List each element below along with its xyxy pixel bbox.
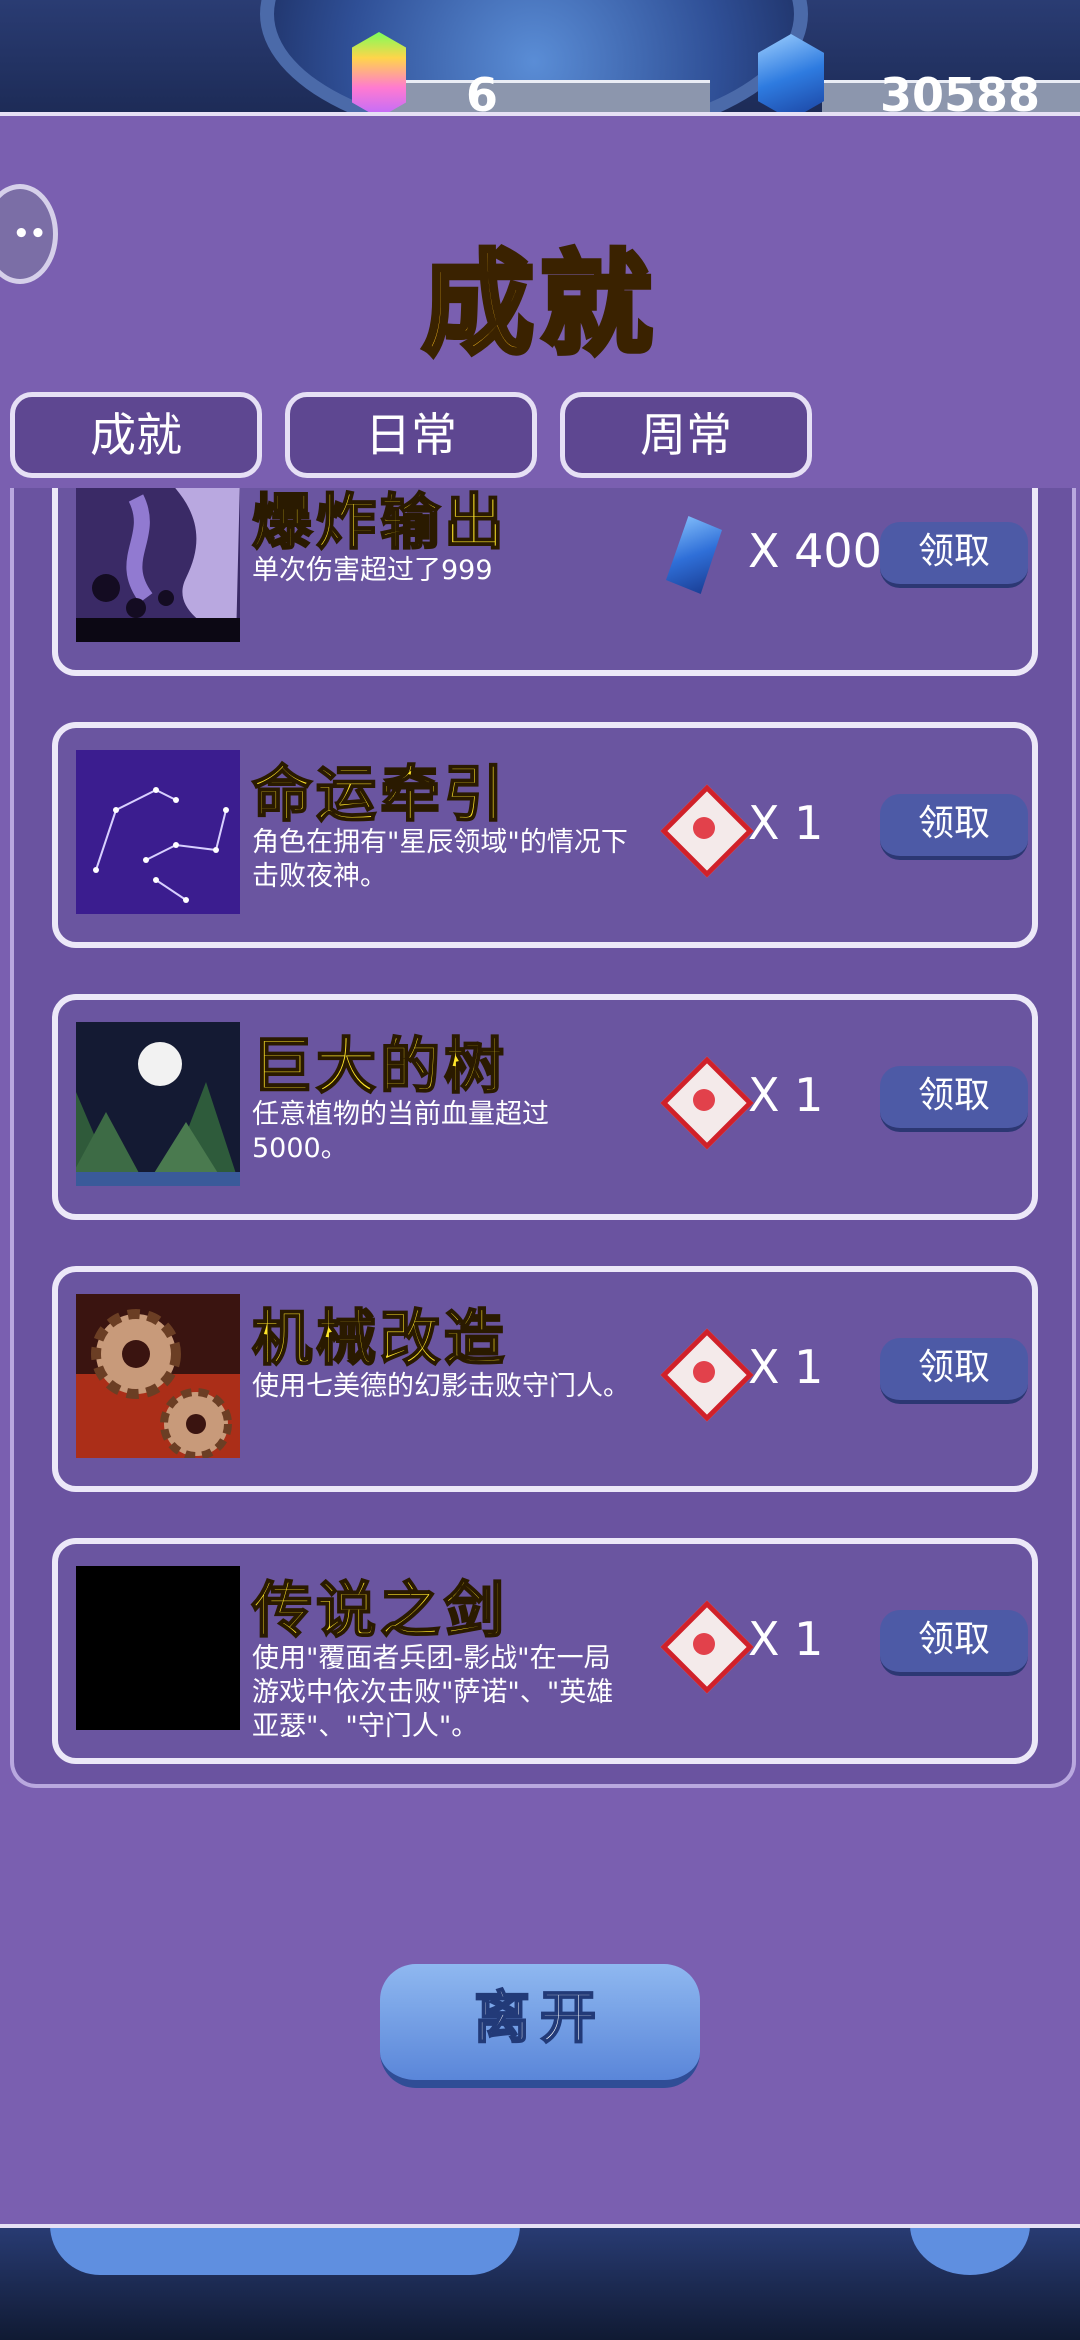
reward: X 1 (660, 1600, 904, 1694)
top-hud-background: 6 30588 (0, 0, 1080, 120)
achievement-name: 巨大的树 (251, 1031, 508, 1103)
achievement-name: 传说之剑 (251, 1575, 508, 1647)
achievement-desc: 任意植物的当前血量超过5000。 (252, 1099, 549, 1164)
achievement-desc: 单次伤害超过了999 (252, 555, 493, 586)
reward-quantity: X 1 (748, 1068, 824, 1122)
leave-button[interactable]: 离开 (380, 1964, 700, 2088)
achievement-card: 巨大的树 任意植物的当前血量超过5000。 X 1 领取 (52, 994, 1038, 1220)
ticket-icon (660, 1328, 754, 1422)
reward-quantity: X 1 (748, 1340, 824, 1394)
claim-button[interactable]: 领取 (880, 1066, 1028, 1132)
achievement-name: 爆炸输出 (251, 488, 508, 559)
gears-image (76, 1294, 240, 1458)
achievement-card: 传说之剑 使用"覆面者兵团-影战"在一局游戏中依次击败"萨诺"、"英雄亚瑟"、"… (52, 1538, 1038, 1764)
rainbow-counter-bar (380, 80, 710, 113)
reward-quantity: X 400 (748, 524, 882, 578)
tab-achievements[interactable]: 成就 (10, 392, 262, 478)
tab-daily[interactable]: 日常 (285, 392, 537, 478)
reward: X 1 (660, 1056, 904, 1150)
claim-button[interactable]: 领取 (880, 1338, 1028, 1404)
rainbow-gem-icon (352, 32, 406, 118)
achievement-card: 机械改造 使用七美德的幻影击败守门人。 X 1 领取 (52, 1266, 1038, 1492)
reward: X 1 (660, 1328, 904, 1422)
claim-button[interactable]: 领取 (880, 1610, 1028, 1676)
achievement-name: 机械改造 (251, 1303, 508, 1375)
ticket-icon (660, 1056, 754, 1150)
blue-gem-icon (666, 516, 722, 594)
reward-quantity: X 1 (748, 796, 824, 850)
achievement-panel: •• 成就 成就 日常 周常 爆炸输出 单次伤害超过了999 X 400 领取 … (0, 112, 1080, 2228)
achievement-image (76, 1566, 240, 1730)
achievement-card: 命运牵引 角色在拥有"星辰领域"的情况下击败夜神。 X 1 领取 (52, 722, 1038, 948)
achievement-card: 爆炸输出 单次伤害超过了999 X 400 领取 (52, 488, 1038, 676)
ticket-icon (660, 784, 754, 878)
reward: X 400 (664, 516, 904, 596)
explosion-image (76, 488, 240, 642)
page-title: 成就 (420, 238, 658, 373)
ticket-icon (660, 1600, 754, 1694)
achievement-desc: 使用七美德的幻影击败守门人。 (252, 1371, 630, 1402)
constellation-image (76, 750, 240, 914)
tab-weekly[interactable]: 周常 (560, 392, 812, 478)
achievement-name: 命运牵引 (251, 759, 508, 831)
reward-quantity: X 1 (748, 1612, 824, 1666)
achievement-desc: 角色在拥有"星辰领域"的情况下击败夜神。 (252, 827, 628, 892)
achievement-list[interactable]: 爆炸输出 单次伤害超过了999 X 400 领取 命运牵引 角色在拥有"星辰领域… (10, 488, 1076, 1788)
achievement-desc: 使用"覆面者兵团-影战"在一局游戏中依次击败"萨诺"、"英雄亚瑟"、"守门人"。 (252, 1643, 614, 1742)
bottom-hud-background (0, 2215, 1080, 2340)
reward: X 1 (660, 784, 904, 878)
moon-forest-image (76, 1022, 240, 1186)
claim-button[interactable]: 领取 (880, 522, 1028, 588)
claim-button[interactable]: 领取 (880, 794, 1028, 860)
